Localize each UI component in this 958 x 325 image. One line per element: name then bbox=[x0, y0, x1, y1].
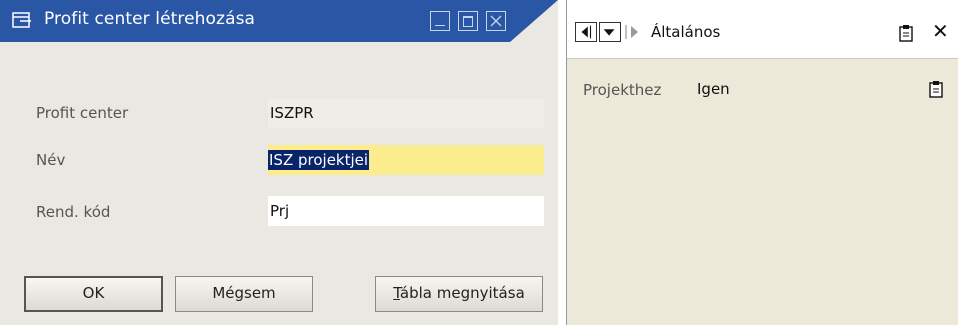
ok-button[interactable]: OK bbox=[24, 276, 163, 312]
properties-pane: Általános ✕ Projekthez Igen bbox=[566, 0, 958, 325]
category-divider bbox=[567, 58, 958, 59]
sort-code-value: Prj bbox=[270, 202, 290, 220]
name-label: Név bbox=[36, 151, 66, 169]
next-category-icon[interactable] bbox=[623, 22, 645, 42]
open-table-mnemonic: T bbox=[393, 284, 400, 302]
category-dropdown-icon[interactable] bbox=[599, 22, 621, 42]
close-pane-icon[interactable]: ✕ bbox=[932, 19, 949, 43]
profit-center-value: ISZPR bbox=[270, 104, 314, 122]
name-value-selected: ISZ projektjei bbox=[268, 150, 370, 170]
clipboard-icon[interactable] bbox=[898, 24, 914, 42]
sort-code-label: Rend. kód bbox=[36, 203, 111, 221]
name-field[interactable]: ISZ projektjei bbox=[268, 145, 544, 175]
title-bar[interactable]: Profit center létrehozása bbox=[0, 0, 558, 42]
maximize-icon[interactable] bbox=[458, 11, 478, 31]
profit-center-label: Profit center bbox=[36, 104, 129, 122]
project-value[interactable]: Igen bbox=[697, 80, 730, 98]
clipboard-icon[interactable] bbox=[928, 80, 944, 98]
open-table-label: ábla megnyitása bbox=[399, 284, 525, 302]
close-icon[interactable] bbox=[486, 11, 506, 31]
category-label: Általános bbox=[651, 23, 721, 41]
window-title: Profit center létrehozása bbox=[44, 9, 256, 29]
profit-center-window: Profit center létrehozása Profit center … bbox=[0, 0, 558, 325]
profit-center-field[interactable]: ISZPR bbox=[268, 98, 544, 128]
sort-code-field[interactable]: Prj bbox=[268, 196, 544, 226]
previous-category-icon[interactable] bbox=[575, 22, 597, 42]
open-table-button[interactable]: Tábla megnyitása bbox=[375, 276, 543, 312]
cancel-button[interactable]: Mégsem bbox=[175, 276, 313, 312]
form-icon bbox=[12, 12, 31, 28]
project-label: Projekthez bbox=[583, 81, 662, 99]
minimize-icon[interactable] bbox=[430, 11, 450, 31]
